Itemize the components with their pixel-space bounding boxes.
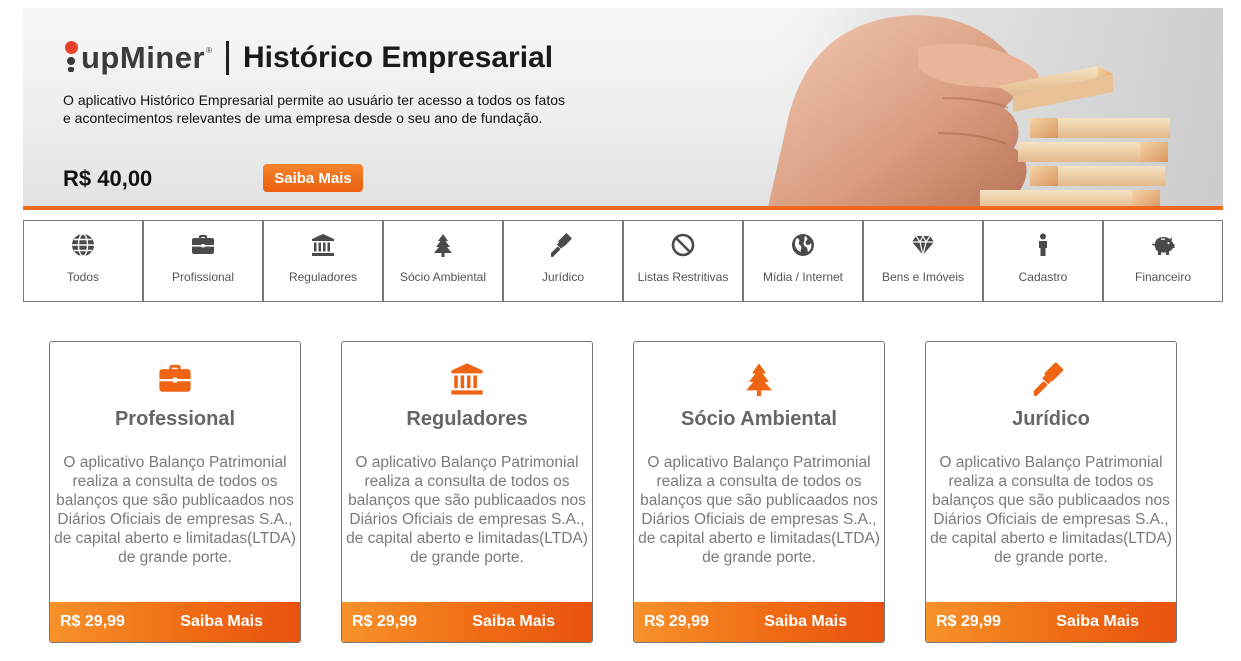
tab-socio-ambiental[interactable]: Sócio Ambiental xyxy=(383,220,503,302)
card-footer[interactable]: R$ 29,99 Saiba Mais xyxy=(50,602,300,642)
card-title: Reguladores xyxy=(406,408,528,430)
tab-label: Jurídico xyxy=(541,270,585,284)
product-card-reguladores: Reguladores O aplicativo Balanço Patrimo… xyxy=(341,341,593,643)
card-saiba-mais-button[interactable]: Saiba Mais xyxy=(1056,613,1139,631)
tab-profissional[interactable]: Profissional xyxy=(143,220,263,302)
card-footer[interactable]: R$ 29,99 Saiba Mais xyxy=(342,602,592,642)
hero-banner: upMiner ® Histórico Empresarial O aplica… xyxy=(23,8,1223,207)
card-saiba-mais-button[interactable]: Saiba Mais xyxy=(180,613,263,631)
category-tabs: Todos Profissional Reguladores Sócio Amb… xyxy=(23,220,1223,302)
tab-label: Mídia / Internet xyxy=(762,270,844,284)
institution-icon xyxy=(310,232,336,258)
tab-bens-e-imoveis[interactable]: Bens e Imóveis xyxy=(863,220,983,302)
card-description: O aplicativo Balanço Patrimonial realiza… xyxy=(54,454,296,566)
card-price: R$ 29,99 xyxy=(644,613,709,630)
briefcase-icon xyxy=(190,232,216,258)
page-title: Histórico Empresarial xyxy=(242,41,554,74)
card-saiba-mais-button[interactable]: Saiba Mais xyxy=(472,613,555,631)
tab-label: Financeiro xyxy=(1134,270,1192,284)
tab-label: Profissional xyxy=(171,270,235,284)
diamond-icon xyxy=(910,232,936,258)
tree-icon xyxy=(430,232,456,258)
product-card-juridico: Jurídico O aplicativo Balanço Patrimonia… xyxy=(925,341,1177,643)
logo-mark-icon xyxy=(63,41,79,75)
tab-listas-restritivas[interactable]: Listas Restritivas xyxy=(623,220,743,302)
tab-label: Listas Restritivas xyxy=(637,270,729,284)
banner-saiba-mais-button[interactable]: Saiba Mais xyxy=(263,164,363,192)
card-description: O aplicativo Balanço Patrimonial realiza… xyxy=(638,454,880,566)
tab-todos[interactable]: Todos xyxy=(23,220,143,302)
card-description: O aplicativo Balanço Patrimonial realiza… xyxy=(930,454,1172,566)
banner-description: O aplicativo Histórico Empresarial permi… xyxy=(63,92,565,126)
tab-label: Sócio Ambiental xyxy=(399,270,487,284)
ban-icon xyxy=(670,232,696,258)
earth-icon xyxy=(790,232,816,258)
tab-juridico[interactable]: Jurídico xyxy=(503,220,623,302)
tree-icon xyxy=(634,362,884,396)
card-title: Professional xyxy=(114,408,236,430)
institution-icon xyxy=(342,362,592,396)
globe-icon xyxy=(70,232,96,258)
upminer-logo[interactable]: upMiner ® xyxy=(63,38,212,78)
card-price: R$ 29,99 xyxy=(60,613,125,630)
title-separator xyxy=(225,41,229,75)
person-icon xyxy=(1030,232,1056,258)
brand-header: upMiner ® Histórico Empresarial xyxy=(63,38,553,78)
card-price: R$ 29,99 xyxy=(352,613,417,630)
card-title: Jurídico xyxy=(1012,408,1090,430)
card-price: R$ 29,99 xyxy=(936,613,1001,630)
tab-label: Bens e Imóveis xyxy=(881,270,965,284)
tab-reguladores[interactable]: Reguladores xyxy=(263,220,383,302)
banner-accent-line xyxy=(23,206,1223,210)
tab-label: Cadastro xyxy=(1018,270,1068,284)
product-card-socio-ambiental: Sócio Ambiental O aplicativo Balanço Pat… xyxy=(633,341,885,643)
card-description: O aplicativo Balanço Patrimonial realiza… xyxy=(346,454,588,566)
gavel-icon xyxy=(926,362,1176,396)
logo-registered-mark: ® xyxy=(206,46,212,55)
banner-price: R$ 40,00 xyxy=(63,166,153,191)
tab-midia-internet[interactable]: Mídia / Internet xyxy=(743,220,863,302)
briefcase-icon xyxy=(50,362,300,396)
tab-financeiro[interactable]: Financeiro xyxy=(1103,220,1223,302)
tab-cadastro[interactable]: Cadastro xyxy=(983,220,1103,302)
hand-stacking-blocks-image xyxy=(768,8,1223,207)
card-footer[interactable]: R$ 29,99 Saiba Mais xyxy=(926,602,1176,642)
card-saiba-mais-button[interactable]: Saiba Mais xyxy=(764,613,847,631)
product-card-professional: Professional O aplicativo Balanço Patrim… xyxy=(49,341,301,643)
gavel-icon xyxy=(550,232,576,258)
tab-label: Todos xyxy=(66,270,100,284)
tab-label: Reguladores xyxy=(288,270,358,284)
logo-text: upMiner xyxy=(81,40,206,75)
piggy-bank-icon xyxy=(1150,232,1176,258)
card-footer[interactable]: R$ 29,99 Saiba Mais xyxy=(634,602,884,642)
card-title: Sócio Ambiental xyxy=(681,408,837,430)
